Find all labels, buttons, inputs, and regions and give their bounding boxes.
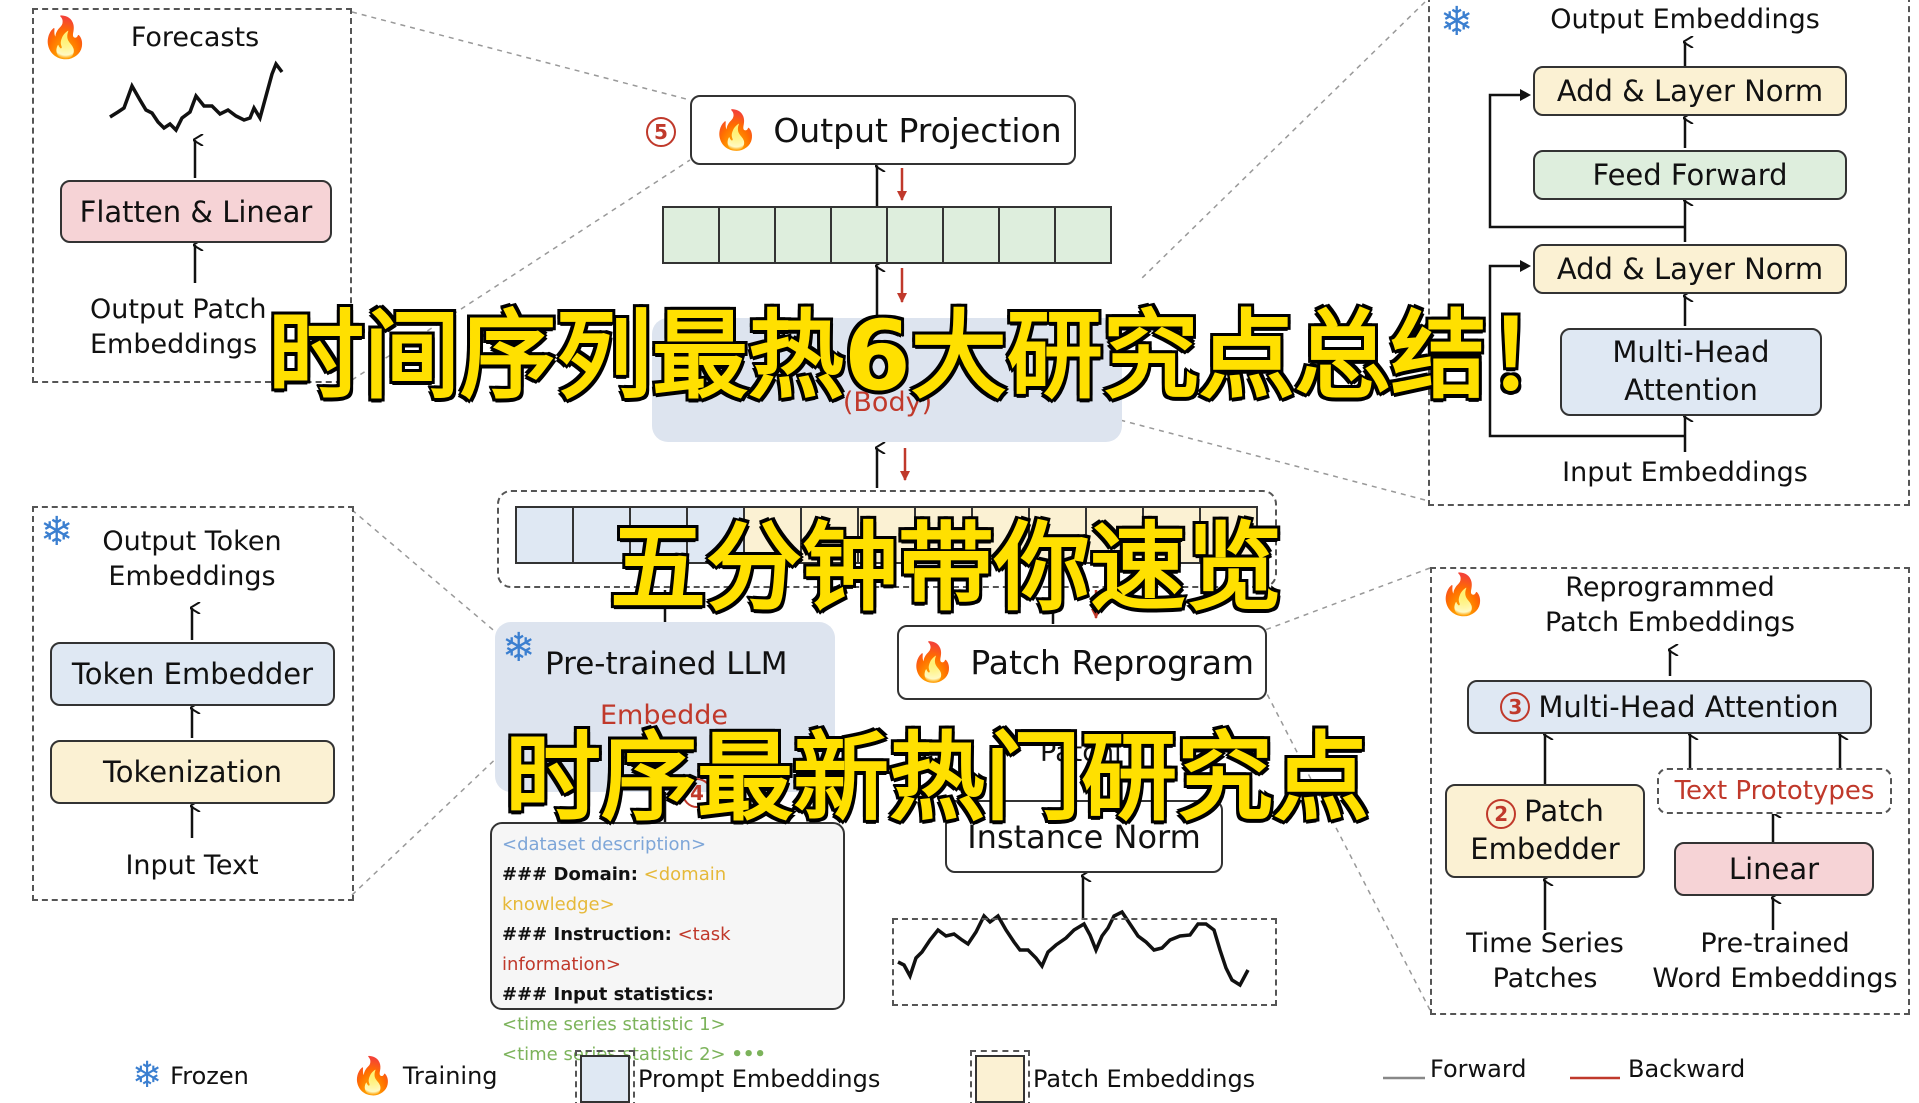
word-embeddings-label: Pre-trained Word Embeddings xyxy=(1645,926,1905,996)
snowflake-icon: ❄ xyxy=(502,625,536,671)
step-3-badge: 3 xyxy=(1500,692,1531,722)
label-line: Reprogrammed xyxy=(1565,572,1775,603)
label-text: Patch xyxy=(1524,794,1604,829)
legend-prompt-embeddings: Prompt Embeddings xyxy=(575,1050,881,1103)
output-embedding-cell xyxy=(830,206,888,264)
multi-head-attention-block[interactable]: Multi-Head Attention xyxy=(1560,328,1822,416)
pretrained-llm-label: Pre-trained LLM xyxy=(545,646,788,682)
fire-icon: 🔥 xyxy=(1438,572,1488,618)
label-line: Attention xyxy=(1624,373,1758,407)
label-line: Embedder xyxy=(1470,832,1620,866)
legend-training: 🔥 Training xyxy=(350,1055,498,1097)
patch-reprogram-label: Patch Reprogram xyxy=(970,643,1255,682)
domain-line: ### Domain: <domain knowledge> xyxy=(502,860,833,920)
patch-reprogram-block[interactable]: 🔥 Patch Reprogram xyxy=(897,625,1267,700)
label-line: Embeddings xyxy=(108,561,276,593)
legend-label: Forward xyxy=(1430,1055,1527,1083)
time-series-patches-label: Time Series Patches xyxy=(1445,926,1645,996)
step-2-badge: 2 xyxy=(1486,799,1517,830)
fire-icon: 🔥 xyxy=(40,15,90,61)
legend-backward: Backward xyxy=(1628,1055,1745,1083)
linear-block[interactable]: Linear xyxy=(1674,842,1874,896)
overlay-subtitle: 五分钟带你速览 xyxy=(608,510,1284,626)
legend-patch-embeddings: Patch Embeddings xyxy=(970,1050,1256,1103)
step-5-badge: 5 xyxy=(646,117,676,147)
snowflake-icon: ❄ xyxy=(132,1055,163,1096)
legend-label: Backward xyxy=(1628,1055,1746,1083)
input-series-frame xyxy=(892,918,1277,1006)
input-text-label: Input Text xyxy=(125,850,259,881)
output-embedding-cell xyxy=(774,206,832,264)
label-line: Word Embeddings xyxy=(1652,963,1898,995)
label-line: Multi-Head xyxy=(1612,335,1770,370)
label-line: Pre-trained xyxy=(1700,928,1850,959)
label-line: Patches xyxy=(1492,963,1598,995)
label-line: 2 Patch xyxy=(1486,793,1604,831)
patch-swatch xyxy=(970,1050,1030,1103)
stat-1: <time series statistic 1> xyxy=(502,1014,726,1035)
prompt-embedding-cell xyxy=(515,506,574,564)
prompt-template-box: <dataset description> ### Domain: <domai… xyxy=(490,822,845,1065)
label-line: Patch Embeddings xyxy=(1545,607,1795,639)
label-line: Output Token xyxy=(102,526,282,557)
output-embeddings-label: Output Embeddings xyxy=(1550,4,1820,35)
instruction-key: ### Instruction: xyxy=(502,924,672,945)
legend-label: Frozen xyxy=(170,1061,249,1090)
output-embedding-cell xyxy=(718,206,776,264)
output-embedding-cell xyxy=(998,206,1056,264)
feed-forward-block[interactable]: Feed Forward xyxy=(1533,150,1847,200)
prompt-swatch xyxy=(575,1050,635,1103)
add-layer-norm-top[interactable]: Add & Layer Norm xyxy=(1533,66,1847,116)
fire-icon: 🔥 xyxy=(712,107,760,152)
output-projection-label: Output Projection xyxy=(773,110,1062,150)
patch-embedder-block[interactable]: 2 Patch Embedder xyxy=(1445,784,1645,878)
snowflake-icon: ❄ xyxy=(1440,0,1474,45)
stats-key: ### Input statistics: xyxy=(502,984,714,1005)
token-embedder-block[interactable]: Token Embedder xyxy=(50,642,335,706)
tokenization-block[interactable]: Tokenization xyxy=(50,740,335,804)
fire-icon: 🔥 xyxy=(350,1056,395,1097)
output-embedding-cell xyxy=(1054,206,1112,264)
label-line: Time Series xyxy=(1466,928,1624,959)
overlay-title: 时间序列最热6大研究点总结！ xyxy=(266,298,1585,414)
output-token-embeddings-label: Output Token Embeddings xyxy=(92,524,292,594)
text-prototypes-block[interactable]: Text Prototypes xyxy=(1657,768,1892,814)
input-embeddings-label: Input Embeddings xyxy=(1562,457,1808,488)
instruction-line: ### Instruction: <task information> xyxy=(502,920,833,980)
overlay-caption: 时序最新热门研究点 xyxy=(503,720,1371,836)
output-embedding-cell xyxy=(886,206,944,264)
snowflake-icon: ❄ xyxy=(40,509,74,555)
legend-label: Patch Embeddings xyxy=(1033,1065,1256,1093)
output-embedding-cell xyxy=(942,206,1000,264)
legend-label: Training xyxy=(402,1062,498,1090)
reprogrammed-embeddings-label: Reprogrammed Patch Embeddings xyxy=(1510,570,1830,640)
domain-key: ### Domain: xyxy=(502,864,638,885)
reprogram-attention-block[interactable]: 3 Multi-Head Attention xyxy=(1467,680,1872,734)
output-embedding-cell xyxy=(662,206,720,264)
fire-icon: 🔥 xyxy=(909,640,957,684)
forecasts-label: Forecasts xyxy=(130,22,260,53)
stats-line: ### Input statistics: xyxy=(502,980,833,1010)
attention-label: Multi-Head Attention xyxy=(1538,690,1839,724)
flatten-linear-block[interactable]: Flatten & Linear xyxy=(60,180,332,243)
legend-forward: Forward xyxy=(1430,1055,1527,1083)
legend-frozen: ❄ Frozen xyxy=(132,1055,249,1096)
legend-label: Prompt Embeddings xyxy=(638,1065,881,1093)
output-projection-block[interactable]: 🔥 Output Projection xyxy=(690,95,1076,165)
